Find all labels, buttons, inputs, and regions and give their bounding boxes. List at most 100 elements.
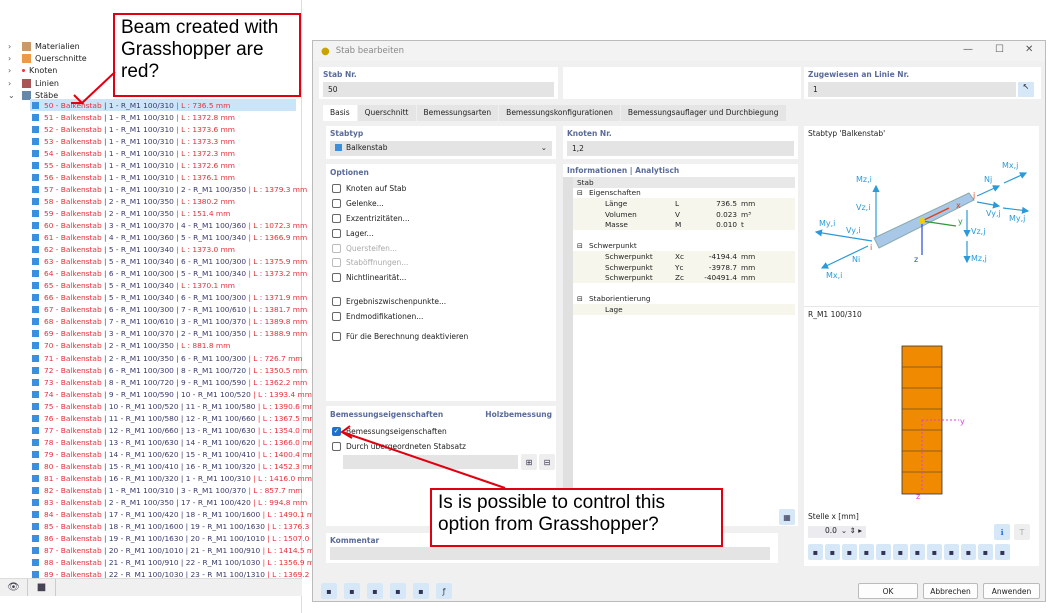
info-icon[interactable]: ℹ [994,524,1010,540]
units-icon[interactable]: ▪ [344,583,360,599]
member-list-item[interactable]: 52 - Balkenstab | 1 - R_M1 100/310 | L :… [30,123,296,135]
checkbox-icon[interactable] [332,442,341,451]
member-list-item[interactable]: 85 - Balkenstab | 18 - R_M1 100/1600 | 1… [30,521,326,533]
member-set-field[interactable] [343,455,518,469]
member-list-item[interactable]: 81 - Balkenstab | 16 - R_M1 100/320 | 1 … [30,472,312,484]
minimize-button[interactable]: — [963,44,973,55]
member-list-item[interactable]: 67 - Balkenstab | 6 - R_M1 100/300 | 7 -… [30,304,307,316]
member-list-item[interactable]: 74 - Balkenstab | 9 - R_M1 100/590 | 10 … [30,388,312,400]
nodes-field[interactable]: 1,2 [567,141,794,156]
close-button[interactable]: ✕ [1025,44,1033,55]
checkbox-icon[interactable] [332,214,341,223]
stress-icon[interactable]: ▪ [876,544,891,560]
stab-nr-field[interactable]: 50 [323,82,554,97]
model-icon[interactable]: ▪ [367,583,383,599]
numbering-icon[interactable]: ▪ [927,544,942,560]
member-list-item[interactable]: 84 - Balkenstab | 17 - R_M1 100/420 | 18… [30,509,321,521]
i-beam-icon[interactable]: ▪ [893,544,908,560]
checkbox-icon[interactable] [332,273,341,282]
tree-node-materialien[interactable]: › Materialien [8,40,80,52]
checkbox-icon[interactable] [332,184,341,193]
display-icon[interactable]: ▪ [390,583,406,599]
member-list-item[interactable]: 59 - Balkenstab | 2 - R_M1 100/350 | L :… [30,207,296,219]
checkbox-icon[interactable] [332,244,341,253]
member-list-item[interactable]: 62 - Balkenstab | 5 - R_M1 100/340 | L :… [30,244,296,256]
member-list-item[interactable]: 61 - Balkenstab | 4 - R_M1 100/360 | 5 -… [30,232,307,244]
checkbox-icon[interactable] [332,312,341,321]
chevron-down-icon[interactable]: ⌄ [8,91,18,100]
tree-node-knoten[interactable]: › Knoten [8,64,57,76]
member-list-item[interactable]: 55 - Balkenstab | 1 - R_M1 100/310 | L :… [30,159,296,171]
member-list-item[interactable]: 71 - Balkenstab | 2 - R_M1 100/350 | 6 -… [30,352,303,364]
checkbox-icon[interactable] [332,297,341,306]
member-list-item[interactable]: 72 - Balkenstab | 6 - R_M1 100/300 | 8 -… [30,364,307,376]
new-set-icon[interactable]: ⊞ [521,454,537,470]
member-list-item[interactable]: 70 - Balkenstab | 2 - R_M1 100/350 | L :… [30,340,296,352]
apply-button[interactable]: Anwenden [983,583,1040,599]
member-list-item[interactable]: 56 - Balkenstab | 1 - R_M1 100/310 | L :… [30,171,296,183]
option-checkbox[interactable]: Exzentrizitäten... [332,214,410,223]
tab-bemessungsarten[interactable]: Bemessungsarten [416,105,500,121]
search-icon[interactable]: ▪ [321,583,337,599]
member-list-item[interactable]: 86 - Balkenstab | 19 - R_M1 100/1630 | 2… [30,533,326,545]
delete-icon[interactable]: ▪ [413,583,429,599]
cancel-button[interactable]: Abbrechen [923,583,978,599]
comment-field[interactable] [330,547,770,560]
member-list-item[interactable]: 65 - Balkenstab | 5 - R_M1 100/340 | L :… [30,280,296,292]
filter-icon[interactable]: T [1014,524,1030,540]
design-properties-checkbox[interactable]: ✓ Bemessungseigenschaften [332,427,447,436]
position-spinner[interactable]: 0.0 ⌄ ⇕ ▸ [808,526,866,538]
checkbox-icon[interactable] [332,258,341,267]
option-checkbox[interactable]: Endmodifikationen... [332,312,423,321]
member-list-item[interactable]: 80 - Balkenstab | 15 - R_M1 100/410 | 16… [30,460,317,472]
member-list-item[interactable]: 73 - Balkenstab | 8 - R_M1 100/720 | 9 -… [30,376,307,388]
member-list-item[interactable]: 82 - Balkenstab | 1 - R_M1 100/310 | 3 -… [30,485,303,497]
section-icon[interactable]: ▪ [825,544,840,560]
member-list-item[interactable]: 63 - Balkenstab | 5 - R_M1 100/340 | 6 -… [30,256,307,268]
collapse-icon[interactable]: ⊟ [577,295,583,303]
member-list-item[interactable]: 68 - Balkenstab | 7 - R_M1 100/610 | 3 -… [30,316,307,328]
pick-icon[interactable]: ↖ [1018,82,1034,97]
i-beam-outline-icon[interactable]: ▪ [910,544,925,560]
checkbox-icon[interactable] [332,229,341,238]
member-list-item[interactable]: 51 - Balkenstab | 1 - R_M1 100/310 | L :… [30,111,296,123]
view-icon[interactable]: ▪ [808,544,823,560]
collapse-icon[interactable]: ⊟ [577,242,583,250]
centroid-icon[interactable]: ▪ [961,544,976,560]
name-field[interactable] [563,67,801,99]
member-list-item[interactable]: 53 - Balkenstab | 1 - R_M1 100/310 | L :… [30,135,296,147]
grid-icon[interactable]: ▪ [944,544,959,560]
option-checkbox[interactable]: Ergebniszwischenpunkte... [332,297,446,306]
member-list-item[interactable]: 64 - Balkenstab | 6 - R_M1 100/300 | 5 -… [30,268,307,280]
option-checkbox[interactable]: Lager... [332,229,374,238]
formula-icon[interactable]: ƒ [436,583,452,599]
tab-bemessungsauflager-und-durchbiegung[interactable]: Bemessungsauflager und Durchbiegung [620,105,787,121]
member-list-item[interactable]: 87 - Balkenstab | 20 - R_M1 100/1010 | 2… [30,545,321,557]
option-checkbox[interactable]: Für die Berechnung deaktivieren [332,332,468,341]
chevron-right-icon[interactable]: › [8,54,18,63]
option-checkbox[interactable]: Quersteifen... [332,244,397,253]
tree-node-linien[interactable]: › Linien [8,77,59,89]
member-list-item[interactable]: 58 - Balkenstab | 2 - R_M1 100/350 | L :… [30,195,296,207]
member-list-item[interactable]: 60 - Balkenstab | 3 - R_M1 100/370 | 4 -… [30,219,307,231]
maximize-button[interactable]: ☐ [995,44,1004,55]
checkbox-icon[interactable] [332,199,341,208]
checkbox-icon[interactable]: ✓ [332,427,341,436]
chevron-right-icon[interactable]: › [8,42,18,51]
member-list-item[interactable]: 77 - Balkenstab | 12 - R_M1 100/660 | 13… [30,424,317,436]
tree-node-querschnitte[interactable]: › Querschnitte [8,52,87,64]
camera-icon[interactable]: ■ [28,579,56,596]
ok-button[interactable]: OK [858,583,918,599]
option-checkbox[interactable]: Gelenke... [332,199,384,208]
member-list-item[interactable]: 76 - Balkenstab | 11 - R_M1 100/580 | 12… [30,412,317,424]
member-list-item[interactable]: 79 - Balkenstab | 14 - R_M1 100/620 | 15… [30,448,317,460]
member-list-item[interactable]: 66 - Balkenstab | 5 - R_M1 100/340 | 6 -… [30,292,307,304]
member-list-item[interactable]: 75 - Balkenstab | 10 - R_M1 100/520 | 11… [30,400,317,412]
option-checkbox[interactable]: Nichtlinearität... [332,273,406,282]
table-export-icon[interactable]: ▦ [779,509,795,525]
option-checkbox[interactable]: Knoten auf Stab [332,184,406,193]
member-list-item[interactable]: 83 - Balkenstab | 2 - R_M1 100/350 | 17 … [30,497,307,509]
edit-set-icon[interactable]: ⊟ [539,454,555,470]
tab-bemessungskonfigurationen[interactable]: Bemessungskonfigurationen [499,105,621,121]
option-checkbox[interactable]: Staböffnungen... [332,258,408,267]
